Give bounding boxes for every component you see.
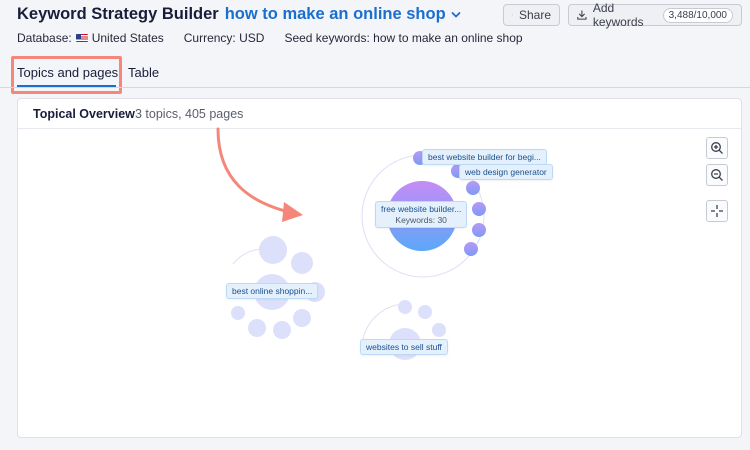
cluster-1-label[interactable]: free website builder... Keywords: 30 bbox=[375, 201, 468, 228]
page-bubble[interactable] bbox=[231, 306, 245, 320]
page-bubble[interactable] bbox=[291, 252, 313, 274]
page-bubble[interactable] bbox=[466, 181, 480, 195]
page-bubble[interactable] bbox=[248, 319, 266, 337]
app-title: Keyword Strategy Builder bbox=[17, 5, 219, 23]
page-bubble[interactable] bbox=[472, 223, 486, 237]
seed-keywords-info: Seed keywords: how to make an online sho… bbox=[284, 31, 523, 45]
cluster-3-label[interactable]: websites to sell stuff bbox=[360, 339, 448, 355]
add-keywords-label[interactable]: Add keywords bbox=[593, 1, 655, 29]
cluster-1-title[interactable]: free website builder... bbox=[381, 204, 461, 214]
annotation-arrowhead bbox=[282, 202, 303, 222]
database-label: Database: bbox=[17, 31, 72, 45]
topical-overview-panel: Topical Overview 3 topics, 405 pages fre… bbox=[17, 98, 742, 438]
us-flag-icon bbox=[75, 34, 88, 42]
annotation-arrow bbox=[216, 127, 300, 216]
page-bubble[interactable] bbox=[464, 242, 478, 256]
chevron-down-icon[interactable] bbox=[451, 10, 461, 20]
topic-graph bbox=[216, 127, 486, 360]
page-bubble[interactable] bbox=[259, 236, 287, 264]
database-info: Database: United States bbox=[17, 31, 164, 45]
page-label-2[interactable]: web design generator bbox=[459, 164, 553, 180]
database-value: United States bbox=[91, 31, 164, 45]
tab-topics-and-pages[interactable]: Topics and pages bbox=[17, 65, 118, 80]
page-bubble[interactable] bbox=[432, 323, 446, 337]
share-button[interactable]: Share bbox=[503, 4, 560, 26]
project-name[interactable]: how to make an online shop bbox=[225, 5, 446, 24]
share-label[interactable]: Share bbox=[519, 8, 551, 22]
page-bubble[interactable] bbox=[418, 305, 432, 319]
title-row: Keyword Strategy Builder how to make an … bbox=[17, 5, 461, 24]
tabs-divider bbox=[0, 87, 750, 88]
page-bubble[interactable] bbox=[472, 202, 486, 216]
download-icon bbox=[577, 10, 587, 20]
currency-info: Currency: USD bbox=[183, 31, 265, 45]
cluster-1-keywords: Keywords: 30 bbox=[395, 215, 447, 225]
page-bubble[interactable] bbox=[293, 309, 311, 327]
page-bubble[interactable] bbox=[398, 300, 412, 314]
keywords-counter: 3,488/10,000 bbox=[662, 7, 733, 23]
cluster-2-label[interactable]: best online shoppin... bbox=[226, 283, 319, 299]
tab-table[interactable]: Table bbox=[128, 65, 159, 80]
page-bubble[interactable] bbox=[273, 321, 291, 339]
project-selector[interactable]: how to make an online shop bbox=[225, 5, 461, 24]
add-keywords-button[interactable]: Add keywords 3,488/10,000 bbox=[568, 1, 742, 29]
meta-row: Database: United States Currency: USD Se… bbox=[17, 31, 543, 45]
share-users-icon bbox=[512, 14, 513, 16]
page-label-1[interactable]: best website builder for begi... bbox=[422, 149, 547, 165]
